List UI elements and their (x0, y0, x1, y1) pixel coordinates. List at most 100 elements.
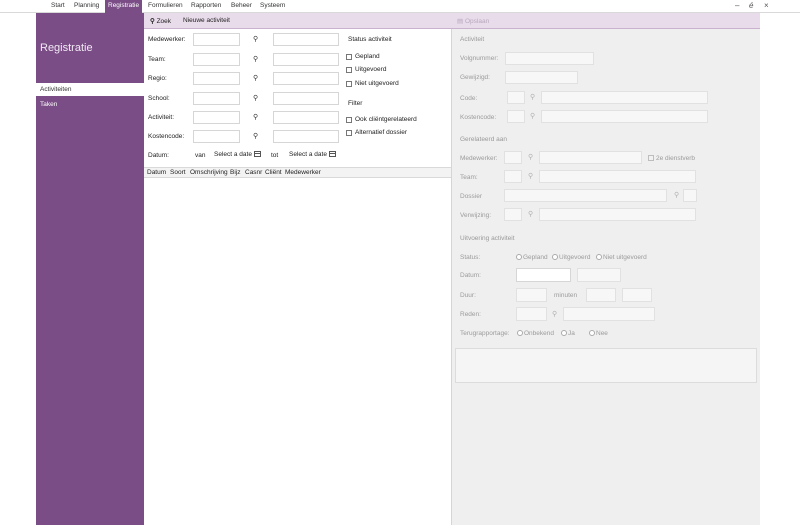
team-name-input[interactable] (273, 53, 339, 66)
medewerker-label: Medewerker: (148, 36, 186, 43)
alternatief-dossier-checkbox[interactable] (346, 130, 352, 136)
team-detail-name (539, 170, 696, 183)
kostencode-name-input[interactable] (273, 130, 339, 143)
search-icon[interactable]: ⚲ (530, 112, 535, 120)
code-description-field (541, 91, 708, 104)
notes-textarea[interactable] (455, 348, 757, 383)
menu-formulieren[interactable]: Formulieren (148, 2, 183, 9)
status-niet-uitgevoerd-label: Niet uitgevoerd (603, 254, 647, 261)
search-icon[interactable]: ⚲ (528, 153, 533, 161)
regio-code-input[interactable] (193, 72, 240, 85)
second-worker-checkbox[interactable] (648, 155, 654, 161)
datum-detail-input[interactable] (516, 268, 571, 282)
verwijzing-label: Verwijzing: (460, 212, 492, 219)
second-worker-label: 2e dienstverb (656, 155, 696, 162)
clientgerelateerd-label: Ook cliëntgerelateerd (355, 116, 417, 123)
search-icon[interactable]: ⚲ (530, 93, 535, 101)
niet-uitgevoerd-checkbox[interactable] (346, 81, 352, 87)
save-button[interactable]: ▤ Opslaan (457, 17, 489, 25)
status-gepland-radio[interactable] (516, 254, 522, 260)
date-from-picker[interactable]: Select a date (214, 149, 261, 160)
date-to-picker[interactable]: Select a date (289, 149, 336, 160)
medewerker-detail-input[interactable] (504, 151, 522, 164)
activiteit-code-input[interactable] (193, 111, 240, 124)
menu-rapporten[interactable]: Rapporten (191, 2, 221, 9)
column-datum[interactable]: Datum (147, 169, 166, 176)
search-icon: ⚲ (150, 18, 155, 25)
restore-icon[interactable]: é (749, 1, 753, 10)
status-niet-uitgevoerd-radio[interactable] (596, 254, 602, 260)
search-icon[interactable]: ⚲ (253, 132, 258, 140)
clientgerelateerd-checkbox[interactable] (346, 117, 352, 123)
tot-label: tot (271, 152, 279, 159)
terug-nee-radio[interactable] (589, 330, 595, 336)
column-client[interactable]: Cliënt (265, 169, 282, 176)
medewerker-detail-name (539, 151, 642, 164)
search-icon[interactable]: ⚲ (528, 210, 533, 218)
search-icon[interactable]: ⚲ (253, 74, 258, 82)
menu-registratie[interactable]: Registratie (105, 0, 143, 13)
volgnummer-field (505, 52, 594, 65)
team-code-input[interactable] (193, 53, 240, 66)
code-input[interactable] (507, 91, 525, 104)
column-bijz[interactable]: Bijz (230, 169, 240, 176)
search-icon[interactable]: ⚲ (552, 310, 557, 318)
verwijzing-input[interactable] (504, 208, 522, 221)
terug-onbekend-radio[interactable] (517, 330, 523, 336)
status-uitgevoerd-radio[interactable] (552, 254, 558, 260)
search-button[interactable]: ⚲ Zoek (150, 17, 171, 25)
minuten-label: minuten (554, 292, 578, 299)
terug-ja-radio[interactable] (561, 330, 567, 336)
tijd-detail-input[interactable] (577, 268, 621, 282)
datum-label: Datum: (148, 152, 169, 159)
sidebar-item-label: Taken (40, 101, 58, 108)
duur-to-input[interactable] (622, 288, 652, 302)
new-activity-button[interactable]: Nieuwe activiteit (183, 17, 230, 24)
search-icon[interactable]: ⚲ (253, 94, 258, 102)
kostencode-code-input[interactable] (193, 130, 240, 143)
status-detail-label: Status: (460, 254, 481, 261)
search-icon[interactable]: ⚲ (674, 191, 679, 199)
column-omschrijving[interactable]: Omschrijving (190, 169, 228, 176)
activiteit-name-input[interactable] (273, 111, 339, 124)
calendar-icon[interactable] (253, 151, 261, 158)
medewerker-detail-label: Medewerker: (460, 155, 498, 162)
school-code-input[interactable] (193, 92, 240, 105)
column-medewerker[interactable]: Medewerker (285, 169, 321, 176)
menu-systeem[interactable]: Systeem (260, 2, 285, 9)
regio-name-input[interactable] (273, 72, 339, 85)
calendar-icon[interactable] (328, 151, 336, 158)
terugrapportage-label: Terugrapportage: (460, 330, 510, 337)
menu-planning[interactable]: Planning (74, 2, 99, 9)
search-icon[interactable]: ⚲ (253, 113, 258, 121)
kostencode-input[interactable] (507, 110, 525, 123)
activiteit-label: Activiteit: (148, 114, 175, 121)
menu-start[interactable]: Start (51, 2, 65, 9)
school-label: School: (148, 95, 170, 102)
gepland-checkbox[interactable] (346, 54, 352, 60)
search-icon[interactable]: ⚲ (528, 172, 533, 180)
sidebar-item-activiteiten[interactable]: Activiteiten (36, 83, 149, 96)
menu-beheer[interactable]: Beheer (231, 2, 252, 9)
kostencode-label: Kostencode: (148, 133, 185, 140)
sidebar-item-taken[interactable]: Taken (36, 98, 144, 111)
reden-code-input[interactable] (516, 307, 547, 321)
minimize-icon[interactable]: – (735, 1, 739, 10)
school-name-input[interactable] (273, 92, 339, 105)
duur-input[interactable] (516, 288, 547, 302)
top-menu-bar: Start Planning Registratie Formulieren R… (0, 0, 800, 13)
column-casnr[interactable]: Casnr (245, 169, 262, 176)
search-icon[interactable]: ⚲ (253, 35, 258, 43)
medewerker-name-input[interactable] (273, 33, 339, 46)
reden-description-field (563, 307, 655, 321)
duur-from-input[interactable] (586, 288, 616, 302)
close-icon[interactable]: × (764, 1, 769, 10)
duur-label: Duur: (460, 292, 476, 299)
uitgevoerd-checkbox[interactable] (346, 67, 352, 73)
medewerker-code-input[interactable] (193, 33, 240, 46)
team-detail-input[interactable] (504, 170, 522, 183)
reden-label: Reden: (460, 311, 481, 318)
search-icon[interactable]: ⚲ (253, 55, 258, 63)
column-soort[interactable]: Soort (170, 169, 186, 176)
team-label: Team: (148, 56, 166, 63)
